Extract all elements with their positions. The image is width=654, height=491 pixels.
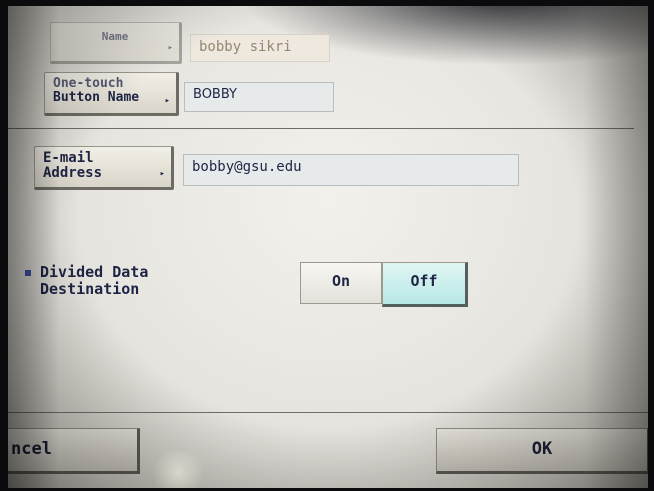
one-touch-field[interactable]: BOBBY (184, 82, 334, 112)
divided-label-line2: Destination (40, 280, 140, 298)
one-touch-value: BOBBY (193, 87, 237, 102)
email-value: bobby@gsu.edu (192, 159, 302, 175)
triangle-right-icon: ▸ (164, 96, 170, 106)
name-value: bobby sikri (199, 39, 292, 55)
name-button[interactable]: Name ▸ (50, 22, 182, 64)
email-label-line2: Address (43, 165, 103, 181)
one-touch-button-name-button[interactable]: One-touch Button Name ▸ (44, 72, 179, 116)
email-label-line1: E-mail (43, 150, 94, 166)
divided-label-line1: Divided Data (40, 263, 149, 281)
divider (8, 412, 648, 413)
square-bullet-icon (25, 270, 31, 276)
ok-button[interactable]: OK (436, 428, 648, 474)
divided-on-button[interactable]: On (300, 262, 382, 304)
email-address-button[interactable]: E-mail Address ▸ (34, 146, 174, 190)
email-field[interactable]: bobby@gsu.edu (183, 154, 519, 186)
name-field[interactable]: bobby sikri (190, 34, 330, 62)
touch-screen: Name ▸ bobby sikri One-touch Button Name… (8, 6, 648, 488)
cancel-button[interactable]: ncel (8, 428, 140, 474)
off-label: Off (410, 272, 438, 290)
ok-label: OK (531, 439, 553, 459)
name-button-label: Name (101, 30, 129, 43)
divider (8, 128, 634, 129)
on-label: On (331, 272, 351, 290)
divided-off-button[interactable]: Off (382, 262, 468, 307)
triangle-right-icon: ▸ (167, 43, 173, 53)
triangle-right-icon: ▸ (159, 169, 165, 179)
cancel-label: ncel (11, 439, 52, 459)
one-touch-label-line1: One-touch (53, 76, 124, 91)
divided-data-label: Divided Data Destination (40, 264, 148, 298)
one-touch-label-line2: Button Name (53, 90, 140, 105)
screen-glare (148, 451, 208, 488)
